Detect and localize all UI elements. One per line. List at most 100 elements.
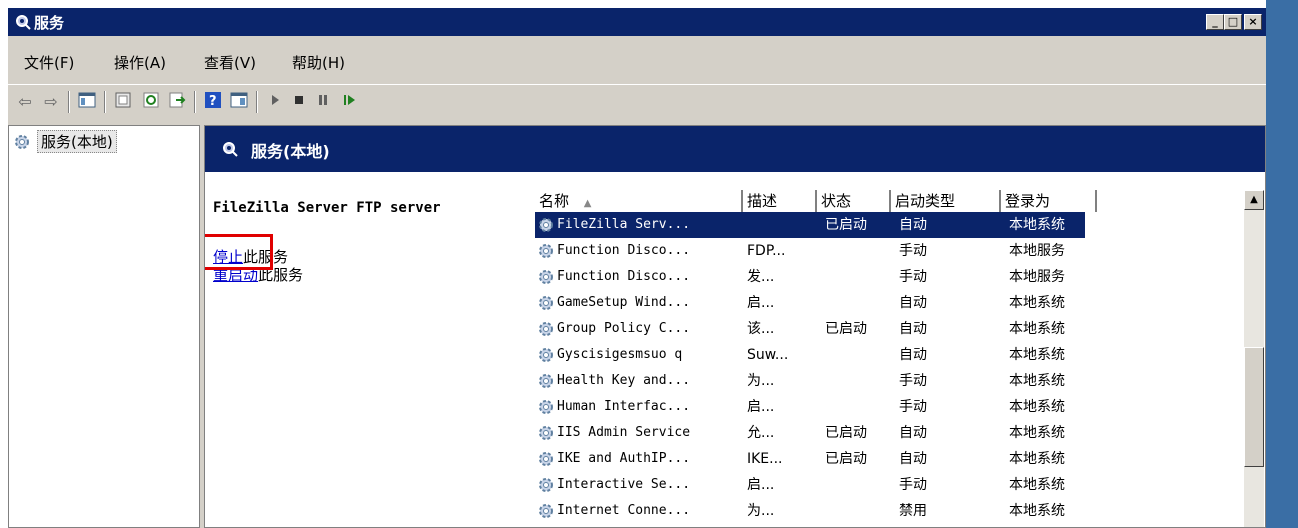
cell-startup: 手动 xyxy=(899,399,927,415)
table-row[interactable]: IKE and AuthIP... IKE... 已启动 自动 本地系统 xyxy=(535,446,1085,472)
svg-text:?: ? xyxy=(209,94,217,109)
cell-name: Human Interfac... xyxy=(557,399,691,414)
service-gear-icon xyxy=(539,504,553,518)
cell-name: Health Key and... xyxy=(557,373,691,388)
stop-icon[interactable] xyxy=(288,91,310,113)
cell-status: 已启动 xyxy=(825,451,867,467)
export-icon[interactable] xyxy=(166,91,188,113)
minimize-button[interactable]: _ xyxy=(1206,14,1224,30)
title-bar[interactable]: 服务 _ □ × xyxy=(8,8,1266,36)
table-row[interactable]: Health Key and... 为... 手动 本地系统 xyxy=(535,368,1085,394)
cell-status: 已启动 xyxy=(825,321,867,337)
service-gear-icon xyxy=(539,270,553,284)
desktop-background xyxy=(1266,0,1298,528)
cell-logon: 本地系统 xyxy=(1009,347,1065,363)
gear-icon xyxy=(223,142,238,157)
column-header-startup-type[interactable]: 启动类型 xyxy=(891,190,1001,212)
cell-name: Gyscisigesmsuo q xyxy=(557,347,683,362)
table-row[interactable]: Human Interfac... 启... 手动 本地系统 xyxy=(535,394,1085,420)
cell-desc: 启... xyxy=(747,295,775,311)
cell-name: Function Disco... xyxy=(557,269,691,284)
table-row[interactable]: FileZilla Serv... 已启动 自动 本地系统 xyxy=(535,212,1085,238)
refresh-icon[interactable] xyxy=(140,91,162,113)
service-gear-icon xyxy=(539,400,553,414)
column-header-description[interactable]: 描述 xyxy=(743,190,817,212)
cell-name: IKE and AuthIP... xyxy=(557,451,691,466)
console-tree-pane: 服务(本地) xyxy=(8,125,200,528)
menu-bar: 文件(F) 操作(A) 查看(V) 帮助(H) xyxy=(8,48,1266,74)
cell-desc: 为... xyxy=(747,373,775,389)
sort-ascending-icon: ▲ xyxy=(583,198,592,209)
service-gear-icon xyxy=(539,374,553,388)
table-row[interactable]: Function Disco... FDP... 手动 本地服务 xyxy=(535,238,1085,264)
forward-icon[interactable]: ⇨ xyxy=(40,91,62,113)
pause-icon[interactable] xyxy=(312,91,334,113)
cell-logon: 本地系统 xyxy=(1009,399,1065,415)
scroll-up-arrow-icon[interactable]: ▲ xyxy=(1244,190,1264,210)
column-header-status[interactable]: 状态 xyxy=(817,190,891,212)
cell-desc: 允... xyxy=(747,425,775,441)
menu-action[interactable]: 操作(A) xyxy=(114,52,166,73)
cell-logon: 本地系统 xyxy=(1009,503,1065,519)
play-icon[interactable] xyxy=(264,91,286,113)
service-gear-icon xyxy=(539,296,553,310)
menu-view[interactable]: 查看(V) xyxy=(204,52,256,73)
cell-logon: 本地系统 xyxy=(1009,451,1065,467)
column-header-name[interactable]: 名称 ▲ xyxy=(535,190,743,212)
table-row[interactable]: GameSetup Wind... 启... 自动 本地系统 xyxy=(535,290,1085,316)
vertical-scrollbar[interactable]: ▲ xyxy=(1244,190,1264,527)
cell-logon: 本地系统 xyxy=(1009,295,1065,311)
cell-name: Group Policy C... xyxy=(557,321,691,336)
cell-startup: 手动 xyxy=(899,243,927,259)
tree-item-services-local[interactable]: 服务(本地) xyxy=(13,130,117,153)
pane-header-title: 服务(本地) xyxy=(251,142,330,161)
table-row[interactable]: Gyscisigesmsuo q Suw... 自动 本地系统 xyxy=(535,342,1085,368)
close-button[interactable]: × xyxy=(1244,14,1262,30)
cell-desc: 启... xyxy=(747,477,775,493)
cell-startup: 手动 xyxy=(899,373,927,389)
menu-file[interactable]: 文件(F) xyxy=(24,52,74,73)
cell-logon: 本地服务 xyxy=(1009,243,1065,259)
back-icon[interactable]: ⇦ xyxy=(14,91,36,113)
cell-status: 已启动 xyxy=(825,425,867,441)
properties-icon[interactable] xyxy=(112,91,134,113)
cell-startup: 禁用 xyxy=(899,503,927,519)
cell-desc: IKE... xyxy=(747,451,783,467)
column-header-logon[interactable]: 登录为 xyxy=(1001,190,1097,212)
menu-help[interactable]: 帮助(H) xyxy=(292,52,345,73)
services-window: 服务 _ □ × 文件(F) 操作(A) 查看(V) 帮助(H) ⇦ ⇨ ? 服… xyxy=(8,8,1266,528)
cell-startup: 自动 xyxy=(899,321,927,337)
maximize-button[interactable]: □ xyxy=(1224,14,1242,30)
column-header-label: 名称 xyxy=(539,192,570,210)
cell-status: 已启动 xyxy=(825,217,867,233)
toolbar: ⇦ ⇨ ? xyxy=(8,84,1266,117)
service-gear-icon xyxy=(539,218,553,232)
services-gear-icon xyxy=(16,15,31,30)
table-row[interactable]: Group Policy C... 该... 已启动 自动 本地系统 xyxy=(535,316,1085,342)
cell-startup: 手动 xyxy=(899,269,927,285)
table-row[interactable]: Interactive Se... 启... 手动 本地系统 xyxy=(535,472,1085,498)
show-hide-icon[interactable] xyxy=(228,91,250,113)
resume-icon[interactable] xyxy=(338,91,360,113)
pane-header: 服务(本地) xyxy=(205,126,1265,172)
annotation-highlight-box xyxy=(205,234,273,270)
toolbar-separator xyxy=(104,91,106,113)
service-gear-icon xyxy=(539,452,553,466)
console-tree-icon[interactable] xyxy=(76,91,98,113)
table-row[interactable]: Internet Conne... 为... 禁用 本地系统 xyxy=(535,498,1085,524)
scroll-thumb[interactable] xyxy=(1244,347,1264,467)
help-icon[interactable]: ? xyxy=(202,91,224,113)
cell-name: Function Disco... xyxy=(557,243,691,258)
table-row[interactable]: Function Disco... 发... 手动 本地服务 xyxy=(535,264,1085,290)
table-row[interactable]: IIS Admin Service 允... 已启动 自动 本地系统 xyxy=(535,420,1085,446)
cell-name: FileZilla Serv... xyxy=(557,217,691,232)
cell-startup: 自动 xyxy=(899,295,927,311)
cell-desc: 启... xyxy=(747,399,775,415)
service-gear-icon xyxy=(539,244,553,258)
desktop-left-edge xyxy=(0,0,8,528)
cell-desc: FDP... xyxy=(747,243,786,259)
cell-startup: 自动 xyxy=(899,451,927,467)
cell-logon: 本地系统 xyxy=(1009,321,1065,337)
cell-logon: 本地系统 xyxy=(1009,477,1065,493)
cell-desc: Suw... xyxy=(747,347,789,363)
